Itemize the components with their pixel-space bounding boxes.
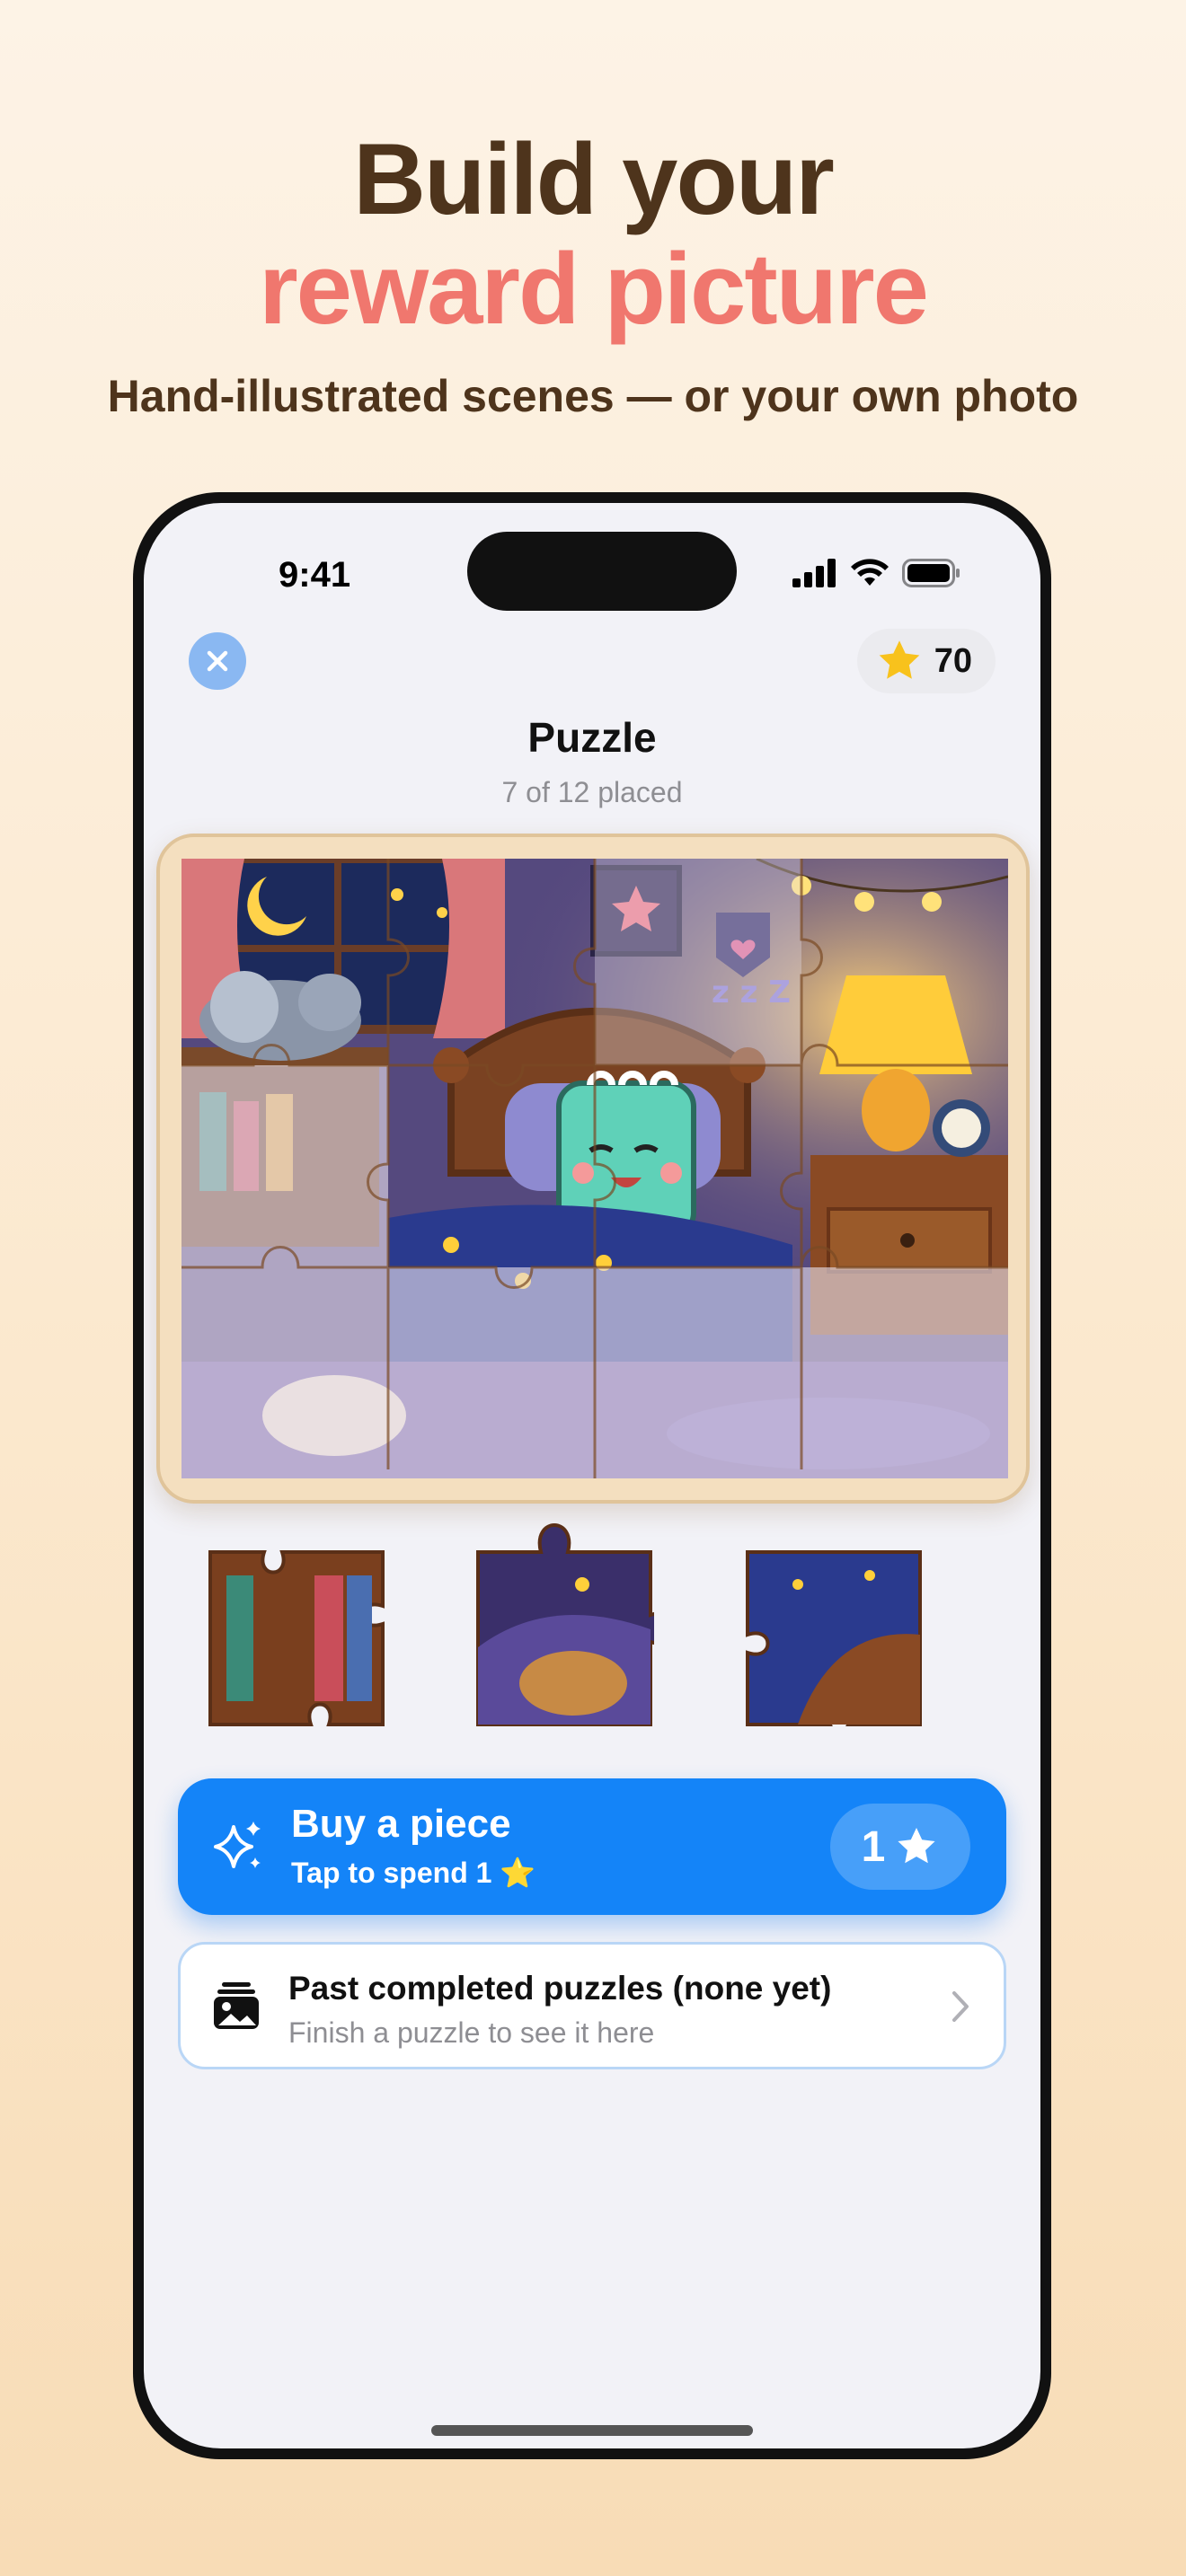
tray-puzzle-piece[interactable]	[744, 1548, 924, 1728]
past-puzzles-row[interactable]: Past completed puzzles (none yet) Finish…	[178, 1942, 1006, 2069]
page-title: Puzzle	[527, 714, 657, 761]
battery-icon	[902, 559, 960, 587]
promo-subtitle: Hand-illustrated scenes — or your own ph…	[107, 371, 1079, 421]
status-icons	[792, 555, 961, 591]
tray-puzzle-piece[interactable]	[207, 1548, 386, 1728]
past-puzzles-subtitle: Finish a puzzle to see it here	[288, 2016, 655, 2049]
promo-headline-line2: reward picture	[259, 233, 929, 345]
puzzle-board: z z Z	[181, 859, 1008, 1478]
star-balance-badge: 70	[856, 629, 996, 693]
buy-piece-label: Buy a piece	[291, 1802, 511, 1846]
app-screen: 9:41 70 Puzzle 7 of 12 placed z z Z Buy …	[144, 503, 1040, 2448]
phone-frame: 9:41 70 Puzzle 7 of 12 placed z z Z Buy …	[133, 492, 1051, 2459]
chevron-right-icon	[952, 1991, 969, 2022]
star-icon	[898, 1828, 935, 1864]
piece-cost-badge: 1	[830, 1804, 970, 1890]
wifi-icon	[851, 559, 889, 586]
close-button[interactable]	[189, 632, 246, 690]
piece-cost-value: 1	[861, 1822, 886, 1871]
bedroom-scene-illustration: z z Z	[181, 859, 1008, 1478]
puzzle-progress: 7 of 12 placed	[501, 776, 683, 808]
promo-headline-line1: Build your	[353, 123, 835, 235]
past-puzzles-title: Past completed puzzles (none yet)	[288, 1970, 832, 2007]
sparkles-icon	[214, 1822, 261, 1868]
buy-piece-sublabel: Tap to spend 1 ⭐	[291, 1857, 536, 1889]
status-time: 9:41	[279, 555, 351, 595]
puzzle-board-frame: z z Z	[156, 834, 1030, 1504]
cellular-signal-icon	[792, 559, 836, 587]
photo-stack-icon	[214, 1982, 259, 2029]
xmark-icon	[207, 650, 228, 672]
dynamic-island	[467, 532, 737, 611]
tray-puzzle-piece[interactable]	[474, 1513, 654, 1728]
home-indicator[interactable]	[431, 2425, 753, 2436]
buy-piece-button[interactable]: Buy a piece Tap to spend 1 ⭐ 1	[178, 1778, 1006, 1915]
star-balance-value: 70	[934, 641, 972, 680]
star-icon	[879, 640, 920, 679]
